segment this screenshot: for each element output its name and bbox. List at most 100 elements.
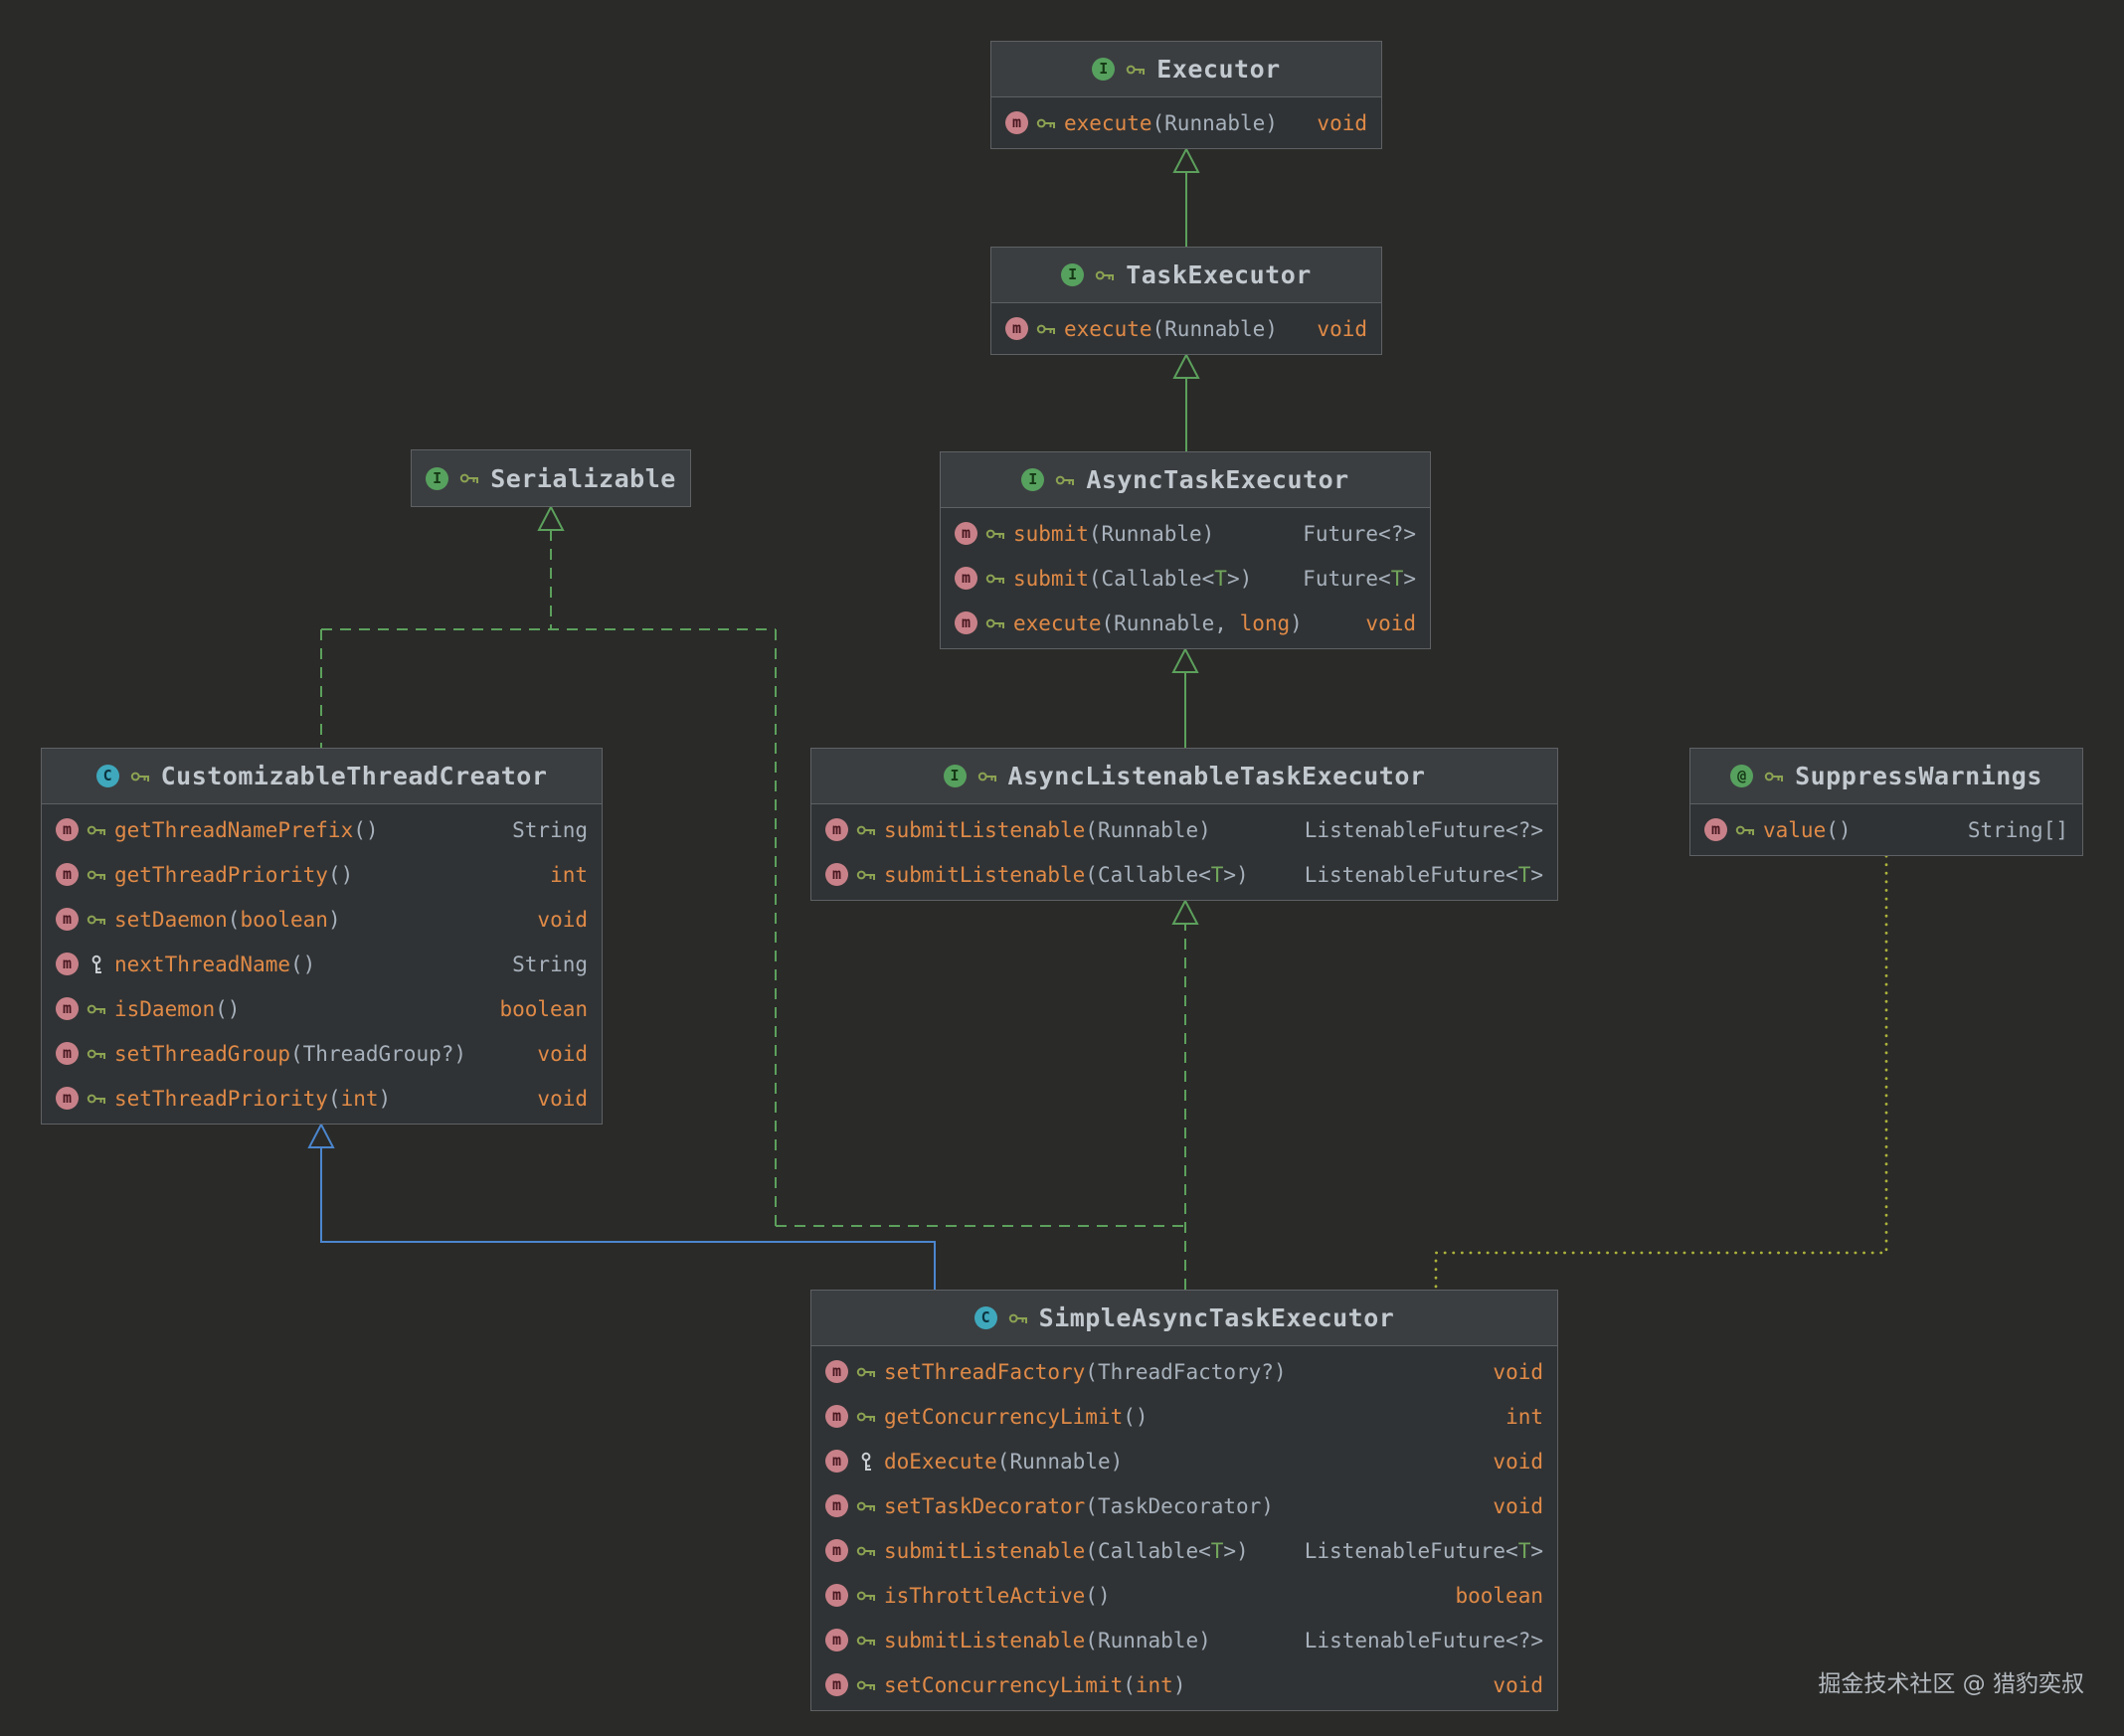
method-signature: execute(Runnable) xyxy=(1064,317,1278,341)
class-node-serializable[interactable]: ISerializable xyxy=(411,449,691,507)
sig-token: (Runnable) xyxy=(1089,522,1214,546)
class-header[interactable]: IAsyncListenableTaskExecutor xyxy=(811,749,1557,804)
method-row-getThreadPriority[interactable]: mgetThreadPriority()int xyxy=(42,852,602,897)
method-return-type: void xyxy=(1493,1450,1543,1474)
public-key-icon xyxy=(984,568,1006,590)
sig-token: submit xyxy=(1013,522,1089,546)
method-return-type: void xyxy=(537,1087,588,1111)
method-row-isThrottleActive[interactable]: misThrottleActive()boolean xyxy=(811,1573,1557,1618)
method-return-type: void xyxy=(1493,1494,1543,1518)
class-node-executor[interactable]: IExecutormexecute(Runnable)void xyxy=(990,41,1382,149)
sig-token: (ThreadFactory?) xyxy=(1085,1360,1286,1384)
sig-token: T xyxy=(1391,567,1404,591)
method-row-setTaskDecorator[interactable]: msetTaskDecorator(TaskDecorator)void xyxy=(811,1483,1557,1528)
sig-token: ) xyxy=(1290,611,1303,635)
class-node-suppress-warnings[interactable]: @SuppressWarningsmvalue()String[] xyxy=(1689,748,2083,856)
public-key-icon xyxy=(86,819,107,841)
class-node-async-task-executor[interactable]: IAsyncTaskExecutormsubmit(Runnable)Futur… xyxy=(940,451,1431,649)
method-return-type: String xyxy=(512,953,588,976)
class-header[interactable]: ISerializable xyxy=(412,450,690,506)
public-key-icon xyxy=(855,1630,877,1651)
class-header[interactable]: CCustomizableThreadCreator xyxy=(42,749,602,804)
sig-token: (Runnable, xyxy=(1102,611,1240,635)
method-return-type: ListenableFuture<T> xyxy=(1305,1539,1543,1563)
method-icon: m xyxy=(56,863,79,886)
class-node-async-listenable-task-executor[interactable]: IAsyncListenableTaskExecutormsubmitListe… xyxy=(810,748,1558,901)
method-row-execute[interactable]: mexecute(Runnable, long)void xyxy=(941,601,1430,645)
sig-token: T xyxy=(1211,1539,1224,1563)
sig-token: T xyxy=(1518,1539,1531,1563)
method-return-type: void xyxy=(1365,611,1416,635)
method-signature: setThreadGroup(ThreadGroup?) xyxy=(114,1042,466,1066)
method-signature: execute(Runnable, long) xyxy=(1013,611,1303,635)
class-node-task-executor[interactable]: ITaskExecutormexecute(Runnable)void xyxy=(990,247,1382,355)
class-header[interactable]: IAsyncTaskExecutor xyxy=(941,452,1430,508)
class-name: SimpleAsyncTaskExecutor xyxy=(1039,1303,1395,1332)
method-return-type: ListenableFuture<?> xyxy=(1305,1629,1543,1652)
interface-icon: I xyxy=(426,467,448,490)
method-row-doExecute[interactable]: mdoExecute(Runnable)void xyxy=(811,1439,1557,1483)
method-list: msubmit(Runnable)Future<?>msubmit(Callab… xyxy=(941,508,1430,648)
sig-token: value xyxy=(1763,818,1826,842)
method-row-getThreadNamePrefix[interactable]: mgetThreadNamePrefix()String xyxy=(42,807,602,852)
sig-token: T xyxy=(1211,863,1224,887)
method-row-submitListenable[interactable]: msubmitListenable(Callable<T>)Listenable… xyxy=(811,852,1557,897)
sig-token: void xyxy=(537,908,588,932)
watermark: 掘金技术社区 @ 猎豹奕叔 xyxy=(1818,1664,2084,1698)
sig-token: (Runnable) xyxy=(1152,111,1278,135)
method-signature: setThreadFactory(ThreadFactory?) xyxy=(884,1360,1287,1384)
sig-token: isThrottleActive xyxy=(884,1584,1085,1608)
sig-token: void xyxy=(537,1042,588,1066)
sig-token: boolean xyxy=(499,997,588,1021)
method-row-setThreadPriority[interactable]: msetThreadPriority(int)void xyxy=(42,1076,602,1121)
sig-token: setDaemon xyxy=(114,908,228,932)
method-row-submit[interactable]: msubmit(Callable<T>)Future<T> xyxy=(941,556,1430,601)
class-header[interactable]: @SuppressWarnings xyxy=(1690,749,2082,804)
method-return-type: int xyxy=(1505,1405,1543,1429)
method-row-submitListenable[interactable]: msubmitListenable(Runnable)ListenableFut… xyxy=(811,1618,1557,1662)
sig-token: setThreadPriority xyxy=(114,1087,328,1111)
method-row-isDaemon[interactable]: misDaemon()boolean xyxy=(42,986,602,1031)
method-row-submitListenable[interactable]: msubmitListenable(Runnable)ListenableFut… xyxy=(811,807,1557,852)
class-icon: C xyxy=(974,1306,997,1329)
public-key-icon xyxy=(1094,264,1116,286)
uml-diagram-canvas[interactable]: IExecutor m execute(Runnable) void ITaskExec… xyxy=(0,0,2124,1736)
sig-token: setThreadFactory xyxy=(884,1360,1085,1384)
class-node-simple-async-task-executor[interactable]: C SimpleAsyncTaskExecutor msetThreadFactor… xyxy=(810,1290,1558,1711)
method-row-getConcurrencyLimit[interactable]: mgetConcurrencyLimit()int xyxy=(811,1394,1557,1439)
method-row-nextThreadName[interactable]: mnextThreadName()String xyxy=(42,942,602,986)
diagram-nodes: IExecutor m execute(Runnable) void ITaskExec… xyxy=(0,0,2124,1736)
public-key-icon xyxy=(855,1361,877,1383)
class-node-customizable-thread-creator[interactable]: CCustomizableThreadCreatormgetThreadName… xyxy=(41,748,603,1125)
sig-token: String xyxy=(512,818,588,842)
method-row-execute[interactable]: mexecute(Runnable)void xyxy=(991,306,1381,351)
sig-token: boolean xyxy=(240,908,328,932)
sig-token: setTaskDecorator xyxy=(884,1494,1085,1518)
class-name: SuppressWarnings xyxy=(1795,762,2042,790)
method-row-setThreadFactory[interactable]: msetThreadFactory(ThreadFactory?)void xyxy=(811,1349,1557,1394)
sig-token: ) xyxy=(1173,1673,1186,1697)
method-signature: submitListenable(Runnable) xyxy=(884,1629,1211,1652)
method-row-value[interactable]: mvalue()String[] xyxy=(1690,807,2082,852)
method-row-submitListenable[interactable]: msubmitListenable(Callable<T>)Listenable… xyxy=(811,1528,1557,1573)
sig-token: isDaemon xyxy=(114,997,215,1021)
class-header[interactable]: IExecutor xyxy=(991,42,1381,97)
method-list: mexecute(Runnable)void xyxy=(991,97,1381,148)
class-header[interactable]: C SimpleAsyncTaskExecutor xyxy=(811,1291,1557,1346)
method-row-setThreadGroup[interactable]: msetThreadGroup(ThreadGroup?)void xyxy=(42,1031,602,1076)
sig-token: void xyxy=(1317,111,1367,135)
sig-token: >) xyxy=(1223,1539,1248,1563)
method-return-type: void xyxy=(537,908,588,932)
class-header[interactable]: ITaskExecutor xyxy=(991,248,1381,303)
method-row-submit[interactable]: msubmit(Runnable)Future<?> xyxy=(941,511,1430,556)
method-return-type: void xyxy=(1317,111,1367,135)
sig-token: Future< xyxy=(1303,567,1391,591)
method-row-execute[interactable]: mexecute(Runnable)void xyxy=(991,100,1381,145)
method-row-setConcurrencyLimit[interactable]: msetConcurrencyLimit(int)void xyxy=(811,1662,1557,1707)
method-icon: m xyxy=(1005,317,1028,340)
method-return-type: int xyxy=(550,863,588,887)
sig-token: T xyxy=(1518,863,1531,887)
class-icon: C xyxy=(96,765,119,787)
method-return-type: boolean xyxy=(499,997,588,1021)
method-row-setDaemon[interactable]: msetDaemon(boolean)void xyxy=(42,897,602,942)
